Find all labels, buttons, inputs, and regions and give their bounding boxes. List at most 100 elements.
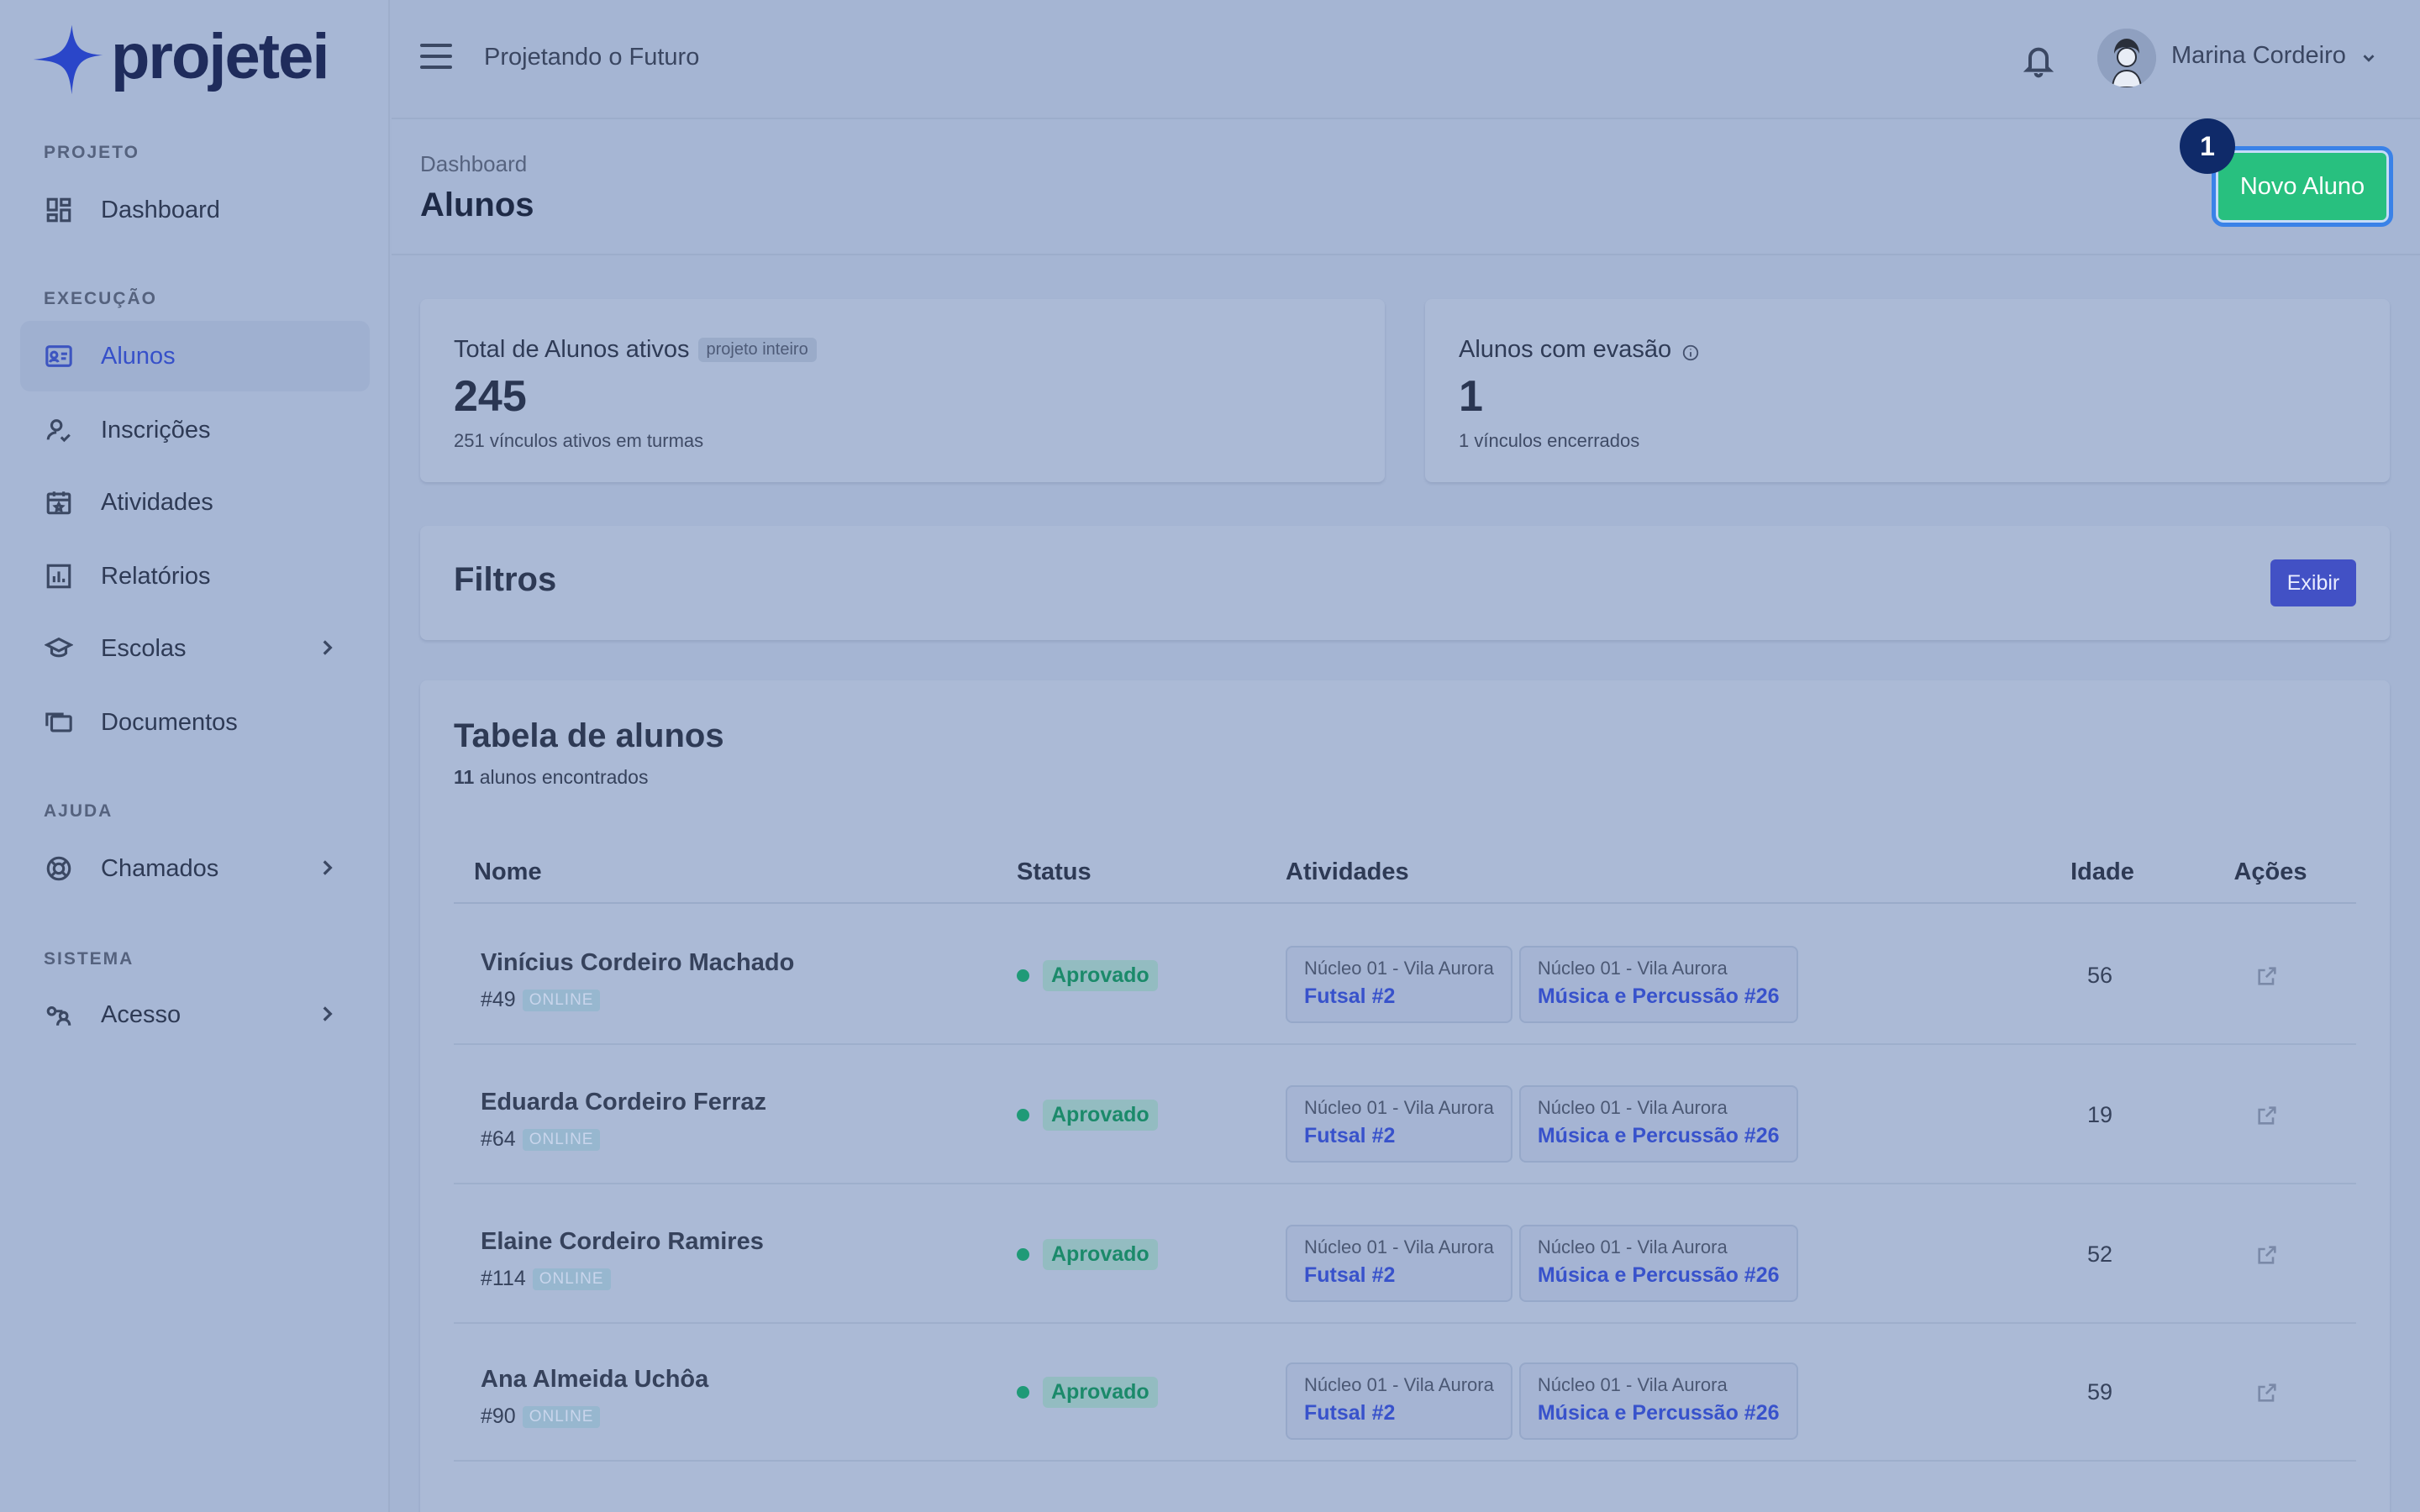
activity-chip[interactable]: Núcleo 01 - Vila Aurora Música e Percussã… (1518, 946, 1798, 1023)
open-external-icon[interactable] (2255, 1381, 2281, 1406)
activity-name[interactable]: Futsal #2 (1304, 1124, 1494, 1148)
status-badge: Aprovado (1017, 1377, 1158, 1408)
student-id-text: #49 (481, 988, 516, 1011)
open-external-icon[interactable] (2255, 1243, 2281, 1268)
student-age: 19 (2087, 1102, 2113, 1127)
activity-name[interactable]: Futsal #2 (1304, 1401, 1494, 1425)
activity-chip[interactable]: Núcleo 01 - Vila Aurora Futsal #2 (1286, 1085, 1512, 1163)
scope-pill: projeto inteiro (697, 338, 817, 362)
student-id: #90 ONLINE (481, 1404, 601, 1429)
activity-name[interactable]: Música e Percussão #26 (1538, 984, 1780, 1009)
stat-title-text: Total de Alunos ativos (454, 336, 690, 363)
column-name[interactable]: Nome (474, 858, 542, 886)
student-name[interactable]: Elaine Cordeiro Ramires (481, 1228, 764, 1256)
status-badge: Aprovado (1017, 1239, 1158, 1270)
activity-place: Núcleo 01 - Vila Aurora (1304, 958, 1494, 979)
sidebar-item-label: Dashboard (101, 196, 220, 223)
students-table-card: Tabela de alunos 11 alunos encontrados N… (420, 680, 2390, 1512)
column-actions: Ações (2233, 858, 2307, 885)
activity-name[interactable]: Música e Percussão #26 (1538, 1401, 1780, 1425)
student-id-text: #114 (481, 1267, 526, 1290)
filters-title: Filtros (454, 561, 557, 598)
project-name: Projetando o Futuro (484, 44, 700, 71)
student-name[interactable]: Eduarda Cordeiro Ferraz (481, 1089, 766, 1116)
column-age[interactable]: Idade (2070, 858, 2134, 886)
table-row[interactable]: Eduarda Cordeiro Ferraz #64 ONLINE Aprova… (454, 1045, 2356, 1184)
stat-card-total: Total de Alunos ativos projeto inteiro 2… (420, 299, 1385, 482)
avatar[interactable] (2097, 29, 2156, 87)
star-logo-icon (33, 24, 103, 95)
student-age: 52 (2087, 1242, 2113, 1267)
activity-chip[interactable]: Núcleo 01 - Vila Aurora Futsal #2 (1286, 946, 1512, 1023)
activity-name[interactable]: Música e Percussão #26 (1538, 1263, 1780, 1288)
activity-place: Núcleo 01 - Vila Aurora (1537, 958, 1728, 979)
logo-text: projetei (111, 20, 329, 92)
sidebar-item-dashboard[interactable]: Dashboard (20, 175, 370, 245)
filters-card: Filtros Exibir (420, 526, 2390, 640)
column-activities[interactable]: Atividades (1286, 858, 1409, 886)
table-row[interactable]: Elaine Cordeiro Ramires #114 ONLINE Aprov… (454, 1184, 2356, 1324)
activity-place: Núcleo 01 - Vila Aurora (1537, 1236, 1728, 1257)
open-external-icon[interactable] (2255, 964, 2281, 990)
stat-value: 245 (454, 372, 527, 421)
table-title: Tabela de alunos (454, 717, 724, 754)
sidebar-item-alunos[interactable]: Alunos (20, 321, 370, 391)
open-external-icon[interactable] (2255, 1104, 2281, 1129)
logo[interactable]: projetei (30, 20, 329, 97)
breadcrumb[interactable]: Dashboard (420, 151, 527, 177)
bell-icon[interactable] (2022, 42, 2055, 79)
sidebar-item-label: Alunos (101, 342, 176, 370)
menu-icon[interactable] (420, 44, 454, 72)
sidebar-item-label: Inscrições (101, 416, 211, 444)
activity-chip[interactable]: Núcleo 01 - Vila Aurora Música e Percussã… (1518, 1225, 1798, 1302)
sidebar-item-relatorios[interactable]: Relatórios (20, 541, 370, 612)
table-row[interactable]: Ana Almeida Uchôa #90 ONLINE Aprovado Núc… (454, 1322, 2356, 1462)
count-number: 11 (454, 766, 475, 788)
nav-section-projeto: PROJETO (44, 143, 139, 162)
sidebar-item-label: Atividades (101, 488, 213, 516)
sidebar-item-documentos[interactable]: Documentos (20, 687, 370, 758)
status-badge: Aprovado (1017, 960, 1158, 991)
activity-name[interactable]: Futsal #2 (1304, 984, 1494, 1009)
nav-section-ajuda: AJUDA (44, 801, 113, 821)
info-icon[interactable] (1681, 341, 1700, 360)
online-badge: ONLINE (522, 1128, 601, 1151)
activity-name[interactable]: Futsal #2 (1304, 1263, 1494, 1288)
activity-place: Núcleo 01 - Vila Aurora (1304, 1374, 1494, 1395)
sidebar-item-acesso[interactable]: Acesso (20, 979, 370, 1050)
page-header: Dashboard Alunos (392, 118, 2420, 255)
count-label: alunos encontrados (474, 766, 649, 788)
nav-section-sistema: SISTEMA (44, 949, 134, 969)
user-name[interactable]: Marina Cordeiro (2171, 42, 2346, 70)
sidebar-item-inscricoes[interactable]: Inscrições (20, 395, 370, 465)
activity-name[interactable]: Música e Percussão #26 (1538, 1124, 1780, 1148)
status-label: Aprovado (1043, 1100, 1158, 1131)
activity-list: Núcleo 01 - Vila Aurora Futsal #2 Núcleo … (1286, 946, 1798, 1023)
new-student-button[interactable]: Novo Aluno (2212, 146, 2393, 227)
activity-place: Núcleo 01 - Vila Aurora (1537, 1374, 1728, 1395)
status-dot (1017, 1386, 1029, 1399)
chevron-down-icon[interactable] (2360, 49, 2378, 67)
sidebar-item-escolas[interactable]: Escolas (20, 613, 370, 684)
sidebar-item-atividades[interactable]: Atividades (20, 467, 370, 538)
status-label: Aprovado (1043, 1377, 1158, 1408)
status-badge: Aprovado (1017, 1100, 1158, 1131)
activity-chip[interactable]: Núcleo 01 - Vila Aurora Futsal #2 (1286, 1362, 1512, 1440)
table-header: Nome Status Atividades Idade Ações (454, 837, 2356, 904)
activity-chip[interactable]: Núcleo 01 - Vila Aurora Música e Percussã… (1518, 1085, 1798, 1163)
chart-icon (44, 561, 74, 591)
column-status[interactable]: Status (1017, 858, 1092, 886)
stat-subtext: 1 vínculos encerrados (1459, 430, 1640, 451)
student-name[interactable]: Ana Almeida Uchôa (481, 1366, 708, 1394)
status-dot (1017, 969, 1029, 982)
student-card-icon (44, 341, 74, 371)
activity-chip[interactable]: Núcleo 01 - Vila Aurora Música e Percussã… (1518, 1362, 1798, 1440)
table-row[interactable]: Vinícius Cordeiro Machado #49 ONLINE Apro… (454, 906, 2356, 1045)
sidebar-item-chamados[interactable]: Chamados (20, 833, 370, 904)
show-filters-button[interactable]: Exibir (2270, 559, 2356, 606)
activity-chip[interactable]: Núcleo 01 - Vila Aurora Futsal #2 (1286, 1225, 1512, 1302)
sidebar: projetei PROJETO Dashboard EXECUÇÃO Alun… (0, 0, 390, 1512)
student-name[interactable]: Vinícius Cordeiro Machado (481, 949, 794, 977)
activity-list: Núcleo 01 - Vila Aurora Futsal #2 Núcleo … (1286, 1362, 1798, 1440)
page-title: Alunos (420, 186, 534, 223)
